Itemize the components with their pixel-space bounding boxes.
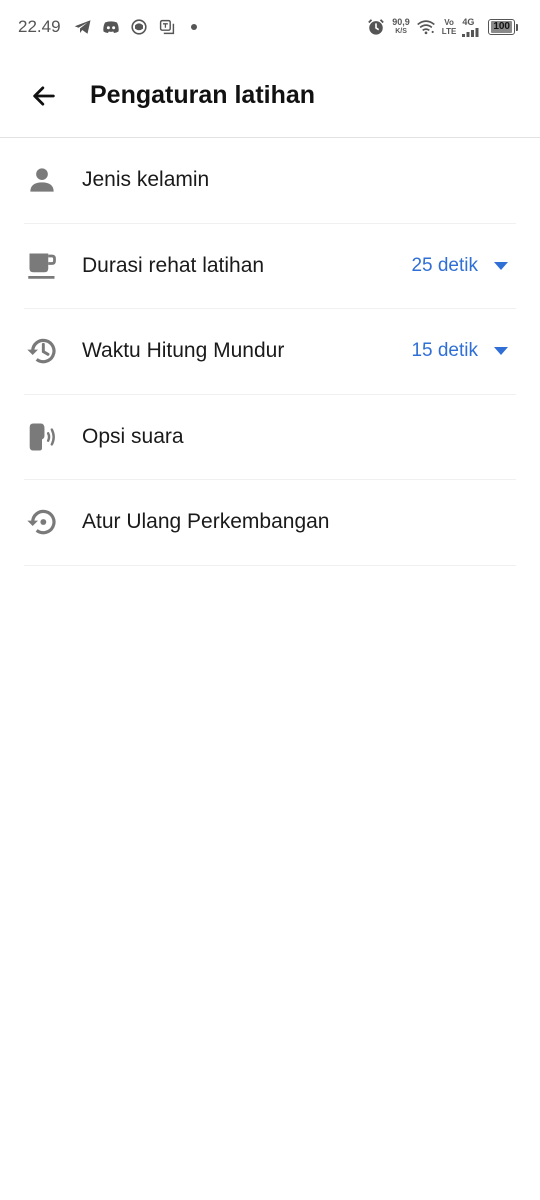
- setting-label: Atur Ulang Perkembangan: [82, 510, 330, 534]
- dropdown-caret-icon: [494, 347, 508, 356]
- setting-row-gender[interactable]: Jenis kelamin: [24, 138, 516, 224]
- alarm-icon: [366, 17, 386, 37]
- status-right: 90,9 K/S Vo LTE 4G 100: [366, 17, 518, 37]
- discord-icon: [101, 17, 121, 37]
- signal-indicator: 4G: [462, 16, 482, 37]
- status-bar: 22.49 90,9 K/S Vo LTE 4G 100: [0, 0, 540, 54]
- setting-label: Waktu Hitung Mundur: [82, 339, 285, 363]
- page-title: Pengaturan latihan: [90, 81, 316, 109]
- countdown-value: 15 detik: [411, 340, 478, 362]
- volte-bottom: LTE: [441, 27, 457, 36]
- setting-label: Durasi rehat latihan: [82, 253, 265, 277]
- rest-duration-dropdown[interactable]: 25 detik: [411, 255, 508, 277]
- wifi-icon: [416, 17, 436, 37]
- status-time: 22.49: [18, 17, 61, 36]
- notification-dot-icon: [190, 24, 197, 30]
- setting-row-rest[interactable]: Durasi rehat latihan 25 detik: [24, 224, 516, 309]
- translate-icon: [157, 17, 177, 37]
- volte-indicator: Vo LTE: [442, 18, 457, 36]
- setting-label: Opsi suara: [82, 424, 184, 448]
- arrow-back-icon: [33, 85, 55, 106]
- app-bar: Pengaturan latihan: [0, 54, 540, 138]
- dropdown-caret-icon: [494, 261, 508, 270]
- network-type: 4G: [462, 16, 475, 27]
- battery-icon: 100: [488, 19, 518, 35]
- status-left: 22.49: [18, 17, 197, 37]
- setting-row-reset[interactable]: Atur Ulang Perkembangan: [24, 480, 516, 566]
- reset-icon: [24, 504, 60, 540]
- rest-duration-value: 25 detik: [411, 254, 478, 276]
- signal-icon: [462, 27, 479, 37]
- net-speed-unit: K/S: [395, 28, 407, 35]
- setting-label: Jenis kelamin: [82, 168, 210, 192]
- person-icon: [24, 162, 60, 198]
- countdown-dropdown[interactable]: 15 detik: [411, 340, 508, 362]
- setting-row-countdown[interactable]: Waktu Hitung Mundur 15 detik: [24, 309, 516, 395]
- net-speed-value: 90,9: [392, 17, 410, 27]
- volte-top: Vo: [444, 18, 454, 27]
- coffee-cup-icon: [24, 248, 60, 284]
- history-icon: [24, 333, 60, 369]
- settings-list: Jenis kelamin Durasi rehat latihan 25 de…: [24, 138, 516, 566]
- telegram-icon: [73, 17, 93, 37]
- net-speed: 90,9 K/S: [392, 18, 410, 36]
- setting-row-voice[interactable]: Opsi suara: [24, 395, 516, 480]
- voice-icon: [24, 419, 60, 455]
- battery-level: 100: [491, 21, 512, 33]
- app-icon: [129, 17, 149, 37]
- back-button[interactable]: [22, 74, 66, 118]
